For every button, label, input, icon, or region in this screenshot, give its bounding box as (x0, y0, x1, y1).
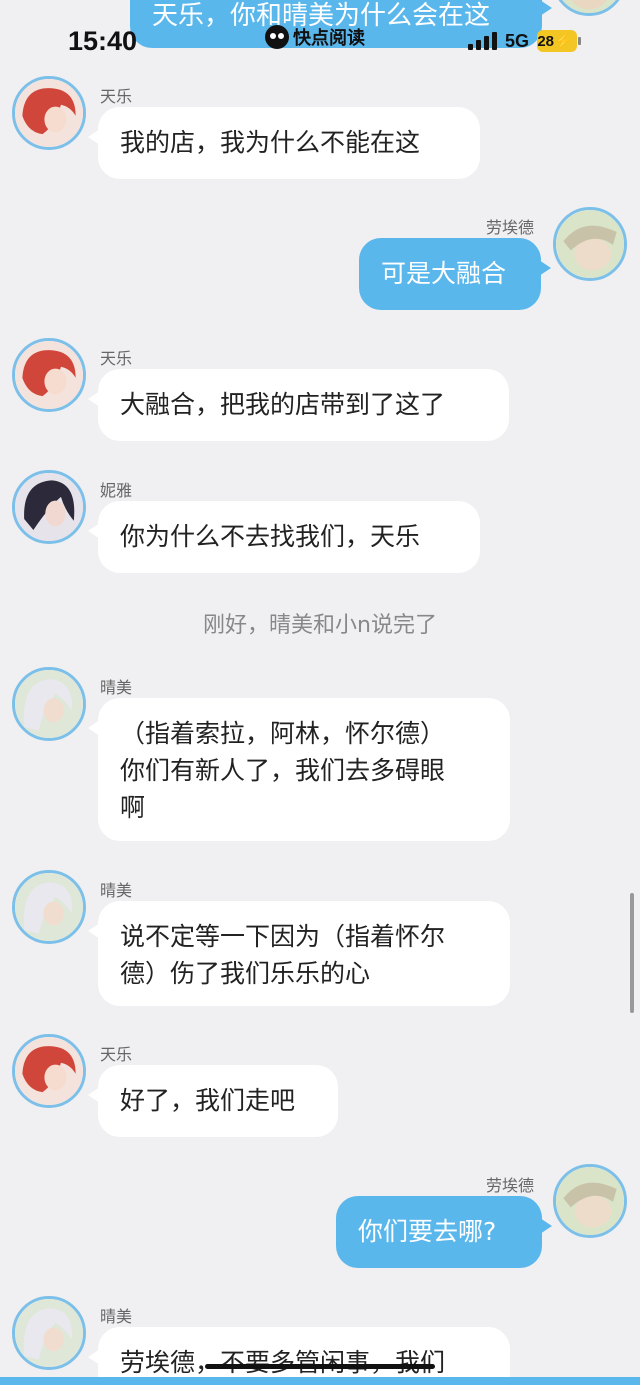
battery-level: 28 (537, 32, 555, 50)
avatar-qingmei[interactable] (12, 870, 86, 944)
message-bubble-left[interactable]: （指着索拉，阿林，怀尔德） 你们有新人了，我们去多碍眼 啊 (88, 698, 510, 841)
avatar-tianle[interactable] (12, 76, 86, 150)
battery-icon: 28 ⚡ (537, 30, 582, 52)
sender-name: 劳埃德 (486, 218, 535, 237)
message-bubble-right[interactable]: 可是大融合 (359, 238, 551, 310)
narration-text: 刚好，晴美和小n说完了 (203, 613, 437, 638)
avatar-qingmei[interactable] (12, 667, 86, 741)
sender-name: 天乐 (100, 1045, 133, 1064)
sender-name: 劳埃德 (486, 1176, 535, 1195)
message-bubble-left[interactable]: 好了，我们走吧 (88, 1065, 338, 1137)
signal-icon (468, 32, 497, 50)
home-indicator (205, 1364, 435, 1369)
sender-name: 晴美 (100, 881, 133, 900)
scrollbar[interactable] (630, 893, 634, 1013)
status-app-name: 快点阅读 (293, 28, 365, 49)
chat-screen: 天乐，你和晴美为什么会在这 15:40 快点阅读 5G 28 ⚡ 天乐 我的店，我… (0, 0, 640, 1385)
app-logo-icon (265, 25, 289, 49)
sender-name: 晴美 (100, 1307, 133, 1326)
avatar-qingmei[interactable] (12, 1296, 86, 1370)
sender-name: 天乐 (100, 87, 133, 106)
status-time: 15:40 (68, 26, 138, 56)
avatar-tianle[interactable] (12, 338, 86, 412)
message-bubble-left[interactable]: 大融合，把我的店带到了这了 (88, 369, 509, 441)
avatar-lloyd[interactable] (553, 1164, 627, 1238)
sender-name: 晴美 (100, 678, 133, 697)
message-bubble-right[interactable]: 你们要去哪? (336, 1196, 552, 1268)
avatar-niya[interactable] (12, 470, 86, 544)
bottom-accent-bar (0, 1377, 640, 1385)
avatar-lloyd[interactable] (552, 0, 626, 16)
avatar-lloyd[interactable] (553, 207, 627, 281)
status-right-group: 5G 28 ⚡ (468, 30, 582, 52)
message-bubble-left[interactable]: 你为什么不去找我们，天乐 (88, 501, 480, 573)
network-type: 5G (505, 30, 530, 51)
avatar-tianle[interactable] (12, 1034, 86, 1108)
sender-name: 妮雅 (100, 481, 133, 500)
sender-name: 天乐 (100, 349, 133, 368)
status-app-indicator: 快点阅读 (265, 24, 365, 50)
message-bubble-left[interactable]: 说不定等一下因为（指着怀尔 德）伤了我们乐乐的心 (88, 901, 510, 1006)
message-bubble-left[interactable]: 我的店，我为什么不能在这 (88, 107, 480, 179)
